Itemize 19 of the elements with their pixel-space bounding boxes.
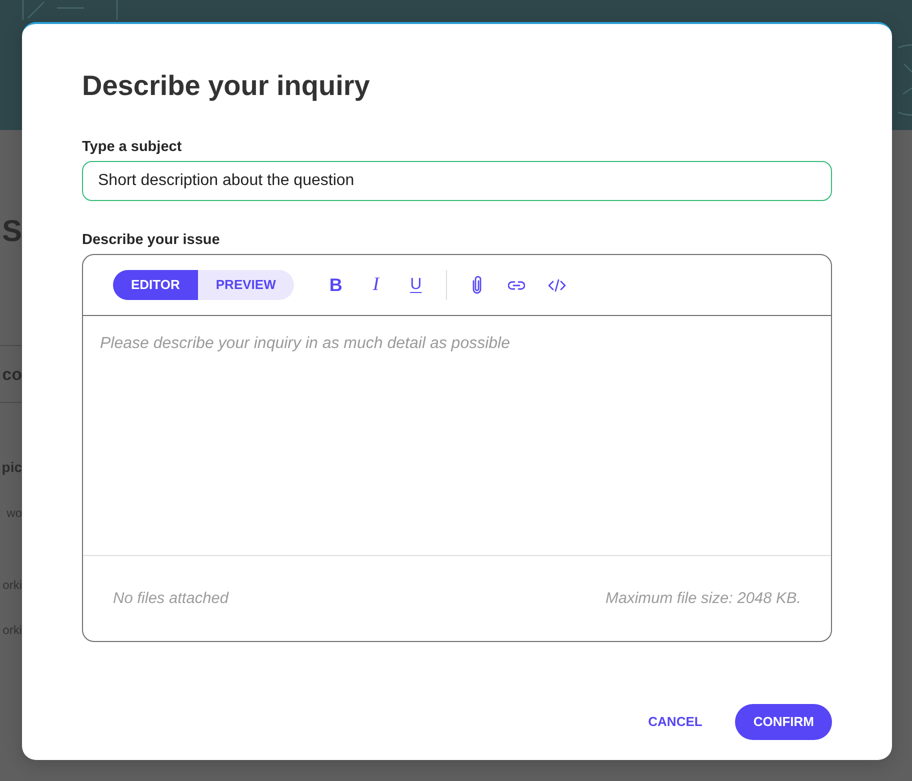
mode-toggle[interactable]: EDITOR PREVIEW (113, 270, 294, 300)
code-icon (548, 278, 566, 292)
description-editor[interactable]: EDITOR PREVIEW B I U Please describe your inquiry in as much detail as possible No files attached Maximum file size: 2048 KB. (82, 254, 832, 642)
link-icon (508, 280, 526, 290)
mode-tab[interactable]: PREVIEW (198, 270, 294, 300)
issue-label: Describe your issue (82, 231, 221, 250)
underline-button[interactable]: U (402, 270, 430, 300)
dialog-title: Describe your inquiry (82, 70, 371, 101)
cancel-button[interactable]: CANCEL (640, 704, 710, 740)
italic-button[interactable]: I (362, 270, 390, 300)
circle-decoration-drawing (898, 44, 912, 116)
subject-label: Type a subject (82, 138, 183, 157)
subject-input[interactable]: Short description about the question (82, 161, 832, 201)
file-size-limit: Maximum file size: 2048 KB. (605, 588, 801, 609)
confirm-button[interactable]: CONFIRM (735, 704, 832, 740)
paperclip-icon (472, 276, 482, 294)
mode-tab[interactable]: EDITOR (113, 270, 198, 300)
bold-button[interactable]: B (322, 270, 350, 300)
attachment-status: No files attached (113, 588, 228, 609)
